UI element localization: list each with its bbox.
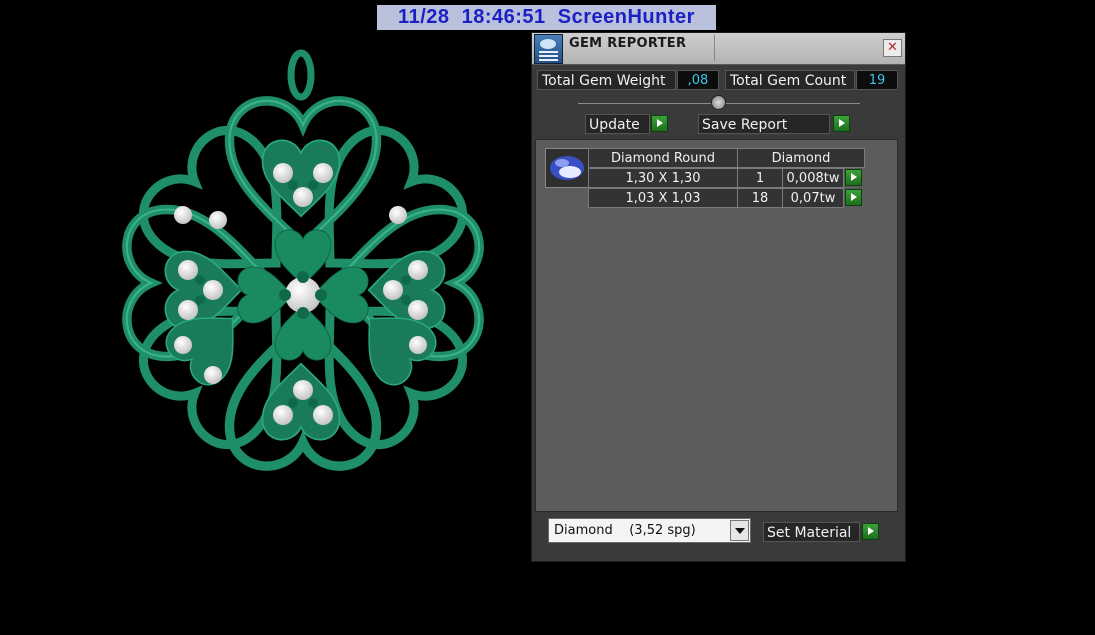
header-diamond-round: Diamond Round xyxy=(588,148,738,168)
set-material-button-label: Set Material xyxy=(767,525,852,541)
set-material-arrow-icon[interactable] xyxy=(862,523,879,540)
update-button-label: Update xyxy=(589,117,640,133)
panel-title: GEM REPORTER xyxy=(569,36,687,51)
material-select[interactable]: Diamond (3,52 spg) xyxy=(548,518,751,543)
splitter-handle[interactable] xyxy=(711,95,726,110)
titlebar-divider xyxy=(714,35,715,61)
row1-select-arrow-icon[interactable] xyxy=(845,169,862,186)
row2-select-arrow-icon[interactable] xyxy=(845,189,862,206)
save-report-button-label: Save Report xyxy=(702,117,788,133)
update-button[interactable]: Update xyxy=(585,114,650,134)
material-density: (3,52 spg) xyxy=(629,523,696,538)
gem-reporter-app-icon xyxy=(534,34,563,64)
row2-count: 18 xyxy=(737,188,783,208)
save-report-arrow-icon[interactable] xyxy=(833,115,850,132)
total-gem-count-value: 19 xyxy=(856,70,898,90)
chevron-down-icon[interactable] xyxy=(730,520,749,541)
set-material-button[interactable]: Set Material xyxy=(763,522,860,542)
close-button[interactable]: ✕ xyxy=(883,39,902,57)
gem-reporter-panel: GEM REPORTER ✕ Total Gem Weight ,08 Tota… xyxy=(531,32,906,562)
total-gem-weight-label: Total Gem Weight xyxy=(537,70,676,90)
panel-titlebar[interactable]: GEM REPORTER ✕ xyxy=(532,33,905,65)
row1-size: 1,30 X 1,30 xyxy=(588,168,738,188)
material-name: Diamond xyxy=(554,523,613,538)
header-diamond: Diamond xyxy=(737,148,865,168)
save-report-button[interactable]: Save Report xyxy=(698,114,830,134)
gem-list: Diamond Round Diamond 1,30 X 1,30 1 0,00… xyxy=(535,139,898,512)
row2-weight: 0,07tw xyxy=(782,188,844,208)
row1-count: 1 xyxy=(737,168,783,188)
pendant-3d-model xyxy=(88,49,518,505)
screenhunter-timestamp: 11/28 18:46:51 ScreenHunter xyxy=(377,5,716,30)
row1-weight: 0,008tw xyxy=(782,168,844,188)
diamond-round-thumbnail[interactable] xyxy=(545,148,589,188)
total-gem-count-label: Total Gem Count xyxy=(725,70,855,90)
update-arrow-icon[interactable] xyxy=(651,115,668,132)
row2-size: 1,03 X 1,03 xyxy=(588,188,738,208)
total-gem-weight-value: ,08 xyxy=(677,70,719,90)
